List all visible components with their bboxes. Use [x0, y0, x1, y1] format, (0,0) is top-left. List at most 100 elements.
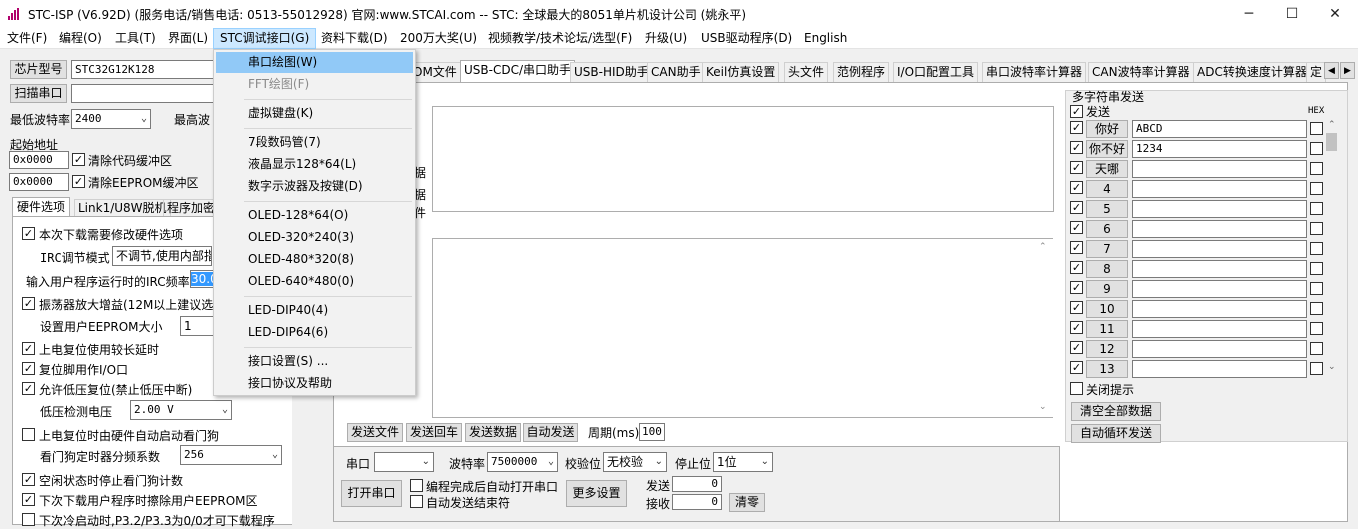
menu-usb-driver[interactable]: USB驱动程序(D) — [695, 28, 798, 49]
tab-scroll-left-button[interactable]: ◀ — [1324, 62, 1339, 79]
send-buffer-text[interactable]: ⌃ ⌄ — [432, 238, 1053, 418]
min-baud-select[interactable]: 2400 ⌄ — [71, 109, 151, 129]
chip-model-select[interactable]: STC32G12K128 — [71, 60, 231, 79]
row-send-checkbox[interactable]: ✓ — [1070, 281, 1083, 294]
row-send-button[interactable]: 11 — [1086, 320, 1128, 338]
row-hex-checkbox[interactable] — [1310, 302, 1323, 315]
tab-encryption[interactable]: 程序加密 — [163, 199, 220, 217]
tab-rom-file[interactable]: OM文件 — [409, 62, 461, 82]
menu-fft-plot[interactable]: FFT绘图(F) — [216, 74, 413, 95]
auto-send-end-checkbox[interactable] — [410, 495, 423, 508]
row-send-checkbox[interactable]: ✓ — [1070, 301, 1083, 314]
menu-interface[interactable]: 界面(L) — [162, 28, 214, 49]
stop-bits-select[interactable]: 1位 ⌄ — [713, 452, 773, 472]
menu-tools[interactable]: 工具(T) — [109, 28, 162, 49]
multi-scrollbar[interactable]: ⌃ ⌄ — [1325, 120, 1342, 378]
menu-7seg[interactable]: 7段数码管(7) — [216, 132, 413, 153]
row-send-checkbox[interactable]: ✓ — [1070, 321, 1083, 334]
idle-stop-wdt-checkbox[interactable]: ✓ — [22, 473, 35, 486]
tab-usb-hid[interactable]: USB-HID助手 — [570, 62, 653, 82]
row-send-button[interactable]: 9 — [1086, 280, 1128, 298]
menu-videos[interactable]: 视频教学/技术论坛/选型(F) — [482, 28, 638, 49]
menu-oscilloscope[interactable]: 数字示波器及按键(D) — [216, 176, 413, 197]
row-hex-checkbox[interactable] — [1310, 122, 1323, 135]
clear-eeprom-checkbox[interactable]: ✓ — [72, 175, 85, 188]
erase-eeprom-checkbox[interactable]: ✓ — [22, 493, 35, 506]
eeprom-size-select[interactable]: 1 — [180, 316, 214, 336]
row-send-checkbox[interactable]: ✓ — [1070, 161, 1083, 174]
menu-english[interactable]: English — [798, 28, 853, 49]
tab-more[interactable]: 定 — [1306, 62, 1327, 82]
send-data-button[interactable]: 发送数据 — [465, 423, 521, 442]
row-string-input[interactable] — [1132, 300, 1307, 318]
baud-select[interactable]: 7500000 ⌄ — [487, 452, 558, 472]
auto-loop-send-button[interactable]: 自动循环发送 — [1071, 424, 1161, 443]
row-send-button[interactable]: 10 — [1086, 300, 1128, 318]
irc-mode-select[interactable]: 不调节,使用内部指 — [112, 246, 212, 266]
row-string-input[interactable] — [1132, 320, 1307, 338]
clear-counter-button[interactable]: 清零 — [729, 493, 765, 512]
next-boot-checkbox[interactable] — [22, 513, 35, 526]
row-send-button[interactable]: 8 — [1086, 260, 1128, 278]
clear-code-checkbox[interactable]: ✓ — [72, 153, 85, 166]
close-button[interactable]: ✕ — [1312, 0, 1358, 28]
send-scrollbar[interactable]: ⌃ ⌄ — [1036, 239, 1053, 417]
menu-upgrade[interactable]: 升级(U) — [639, 28, 693, 49]
row-string-input[interactable] — [1132, 360, 1307, 378]
menu-virtual-keyboard[interactable]: 虚拟键盘(K) — [216, 103, 413, 124]
minimize-button[interactable]: ─ — [1226, 0, 1272, 28]
clear-all-button[interactable]: 清空全部数据 — [1071, 402, 1161, 421]
receive-buffer-text[interactable] — [432, 106, 1054, 212]
row-send-button[interactable]: 天哪 — [1086, 160, 1128, 178]
row-string-input[interactable] — [1132, 220, 1307, 238]
menu-protocol-help[interactable]: 接口协议及帮助 — [216, 373, 413, 394]
row-string-input[interactable]: 1234 — [1132, 140, 1307, 158]
menu-lcd-128x64[interactable]: 液晶显示128*64(L) — [216, 154, 413, 175]
open-port-button[interactable]: 打开串口 — [341, 480, 402, 507]
modify-hw-checkbox[interactable]: ✓ — [22, 227, 35, 240]
menu-led-dip40[interactable]: LED-DIP40(4) — [216, 300, 413, 321]
wdt-auto-checkbox[interactable] — [22, 428, 35, 441]
row-send-button[interactable]: 13 — [1086, 360, 1128, 378]
menu-downloads[interactable]: 资料下载(D) — [315, 28, 394, 49]
menu-stc-debug[interactable]: STC调试接口(G) — [213, 28, 317, 49]
row-send-button[interactable]: 4 — [1086, 180, 1128, 198]
tab-hardware-options[interactable]: 硬件选项 — [12, 197, 71, 217]
period-input[interactable]: 100 — [639, 423, 665, 441]
auto-open-checkbox[interactable] — [410, 479, 423, 492]
row-send-checkbox[interactable]: ✓ — [1070, 201, 1083, 214]
row-hex-checkbox[interactable] — [1310, 362, 1323, 375]
power-reset-delay-checkbox[interactable]: ✓ — [22, 342, 35, 355]
row-send-checkbox[interactable]: ✓ — [1070, 341, 1083, 354]
scroll-thumb[interactable] — [1326, 133, 1337, 151]
menu-prize[interactable]: 200万大奖(U) — [394, 28, 483, 49]
tab-uart-baud-calc[interactable]: 串口波特率计算器 — [982, 62, 1087, 82]
tab-link1-offline[interactable]: Link1/U8W脱机 — [74, 199, 171, 217]
row-send-checkbox[interactable]: ✓ — [1070, 221, 1083, 234]
osc-gain-checkbox[interactable]: ✓ — [22, 297, 35, 310]
row-string-input[interactable] — [1132, 340, 1307, 358]
row-send-button[interactable]: 你好 — [1086, 120, 1128, 138]
eeprom-address-input[interactable]: 0x0000 — [9, 173, 69, 191]
chip-model-button[interactable]: 芯片型号 — [10, 60, 67, 79]
menu-oled-320x240[interactable]: OLED-320*240(3) — [216, 227, 413, 248]
menu-file[interactable]: 文件(F) — [1, 28, 53, 49]
tab-adc-calc[interactable]: ADC转换速度计算器 — [1193, 62, 1311, 82]
parity-select[interactable]: 无校验 ⌄ — [603, 452, 667, 472]
send-file-button[interactable]: 发送文件 — [347, 423, 403, 442]
row-string-input[interactable] — [1132, 260, 1307, 278]
send-all-checkbox[interactable]: ✓ — [1070, 105, 1083, 118]
row-hex-checkbox[interactable] — [1310, 342, 1323, 355]
send-cr-button[interactable]: 发送回车 — [406, 423, 462, 442]
row-send-checkbox[interactable]: ✓ — [1070, 361, 1083, 374]
menu-oled-128x64[interactable]: OLED-128*64(O) — [216, 205, 413, 226]
more-settings-button[interactable]: 更多设置 — [566, 480, 627, 507]
row-string-input[interactable] — [1132, 180, 1307, 198]
row-send-checkbox[interactable]: ✓ — [1070, 181, 1083, 194]
row-hex-checkbox[interactable] — [1310, 262, 1323, 275]
row-hex-checkbox[interactable] — [1310, 282, 1323, 295]
row-send-checkbox[interactable]: ✓ — [1070, 121, 1083, 134]
tab-io-config[interactable]: I/O口配置工具 — [893, 62, 979, 82]
row-hex-checkbox[interactable] — [1310, 202, 1323, 215]
row-hex-checkbox[interactable] — [1310, 242, 1323, 255]
